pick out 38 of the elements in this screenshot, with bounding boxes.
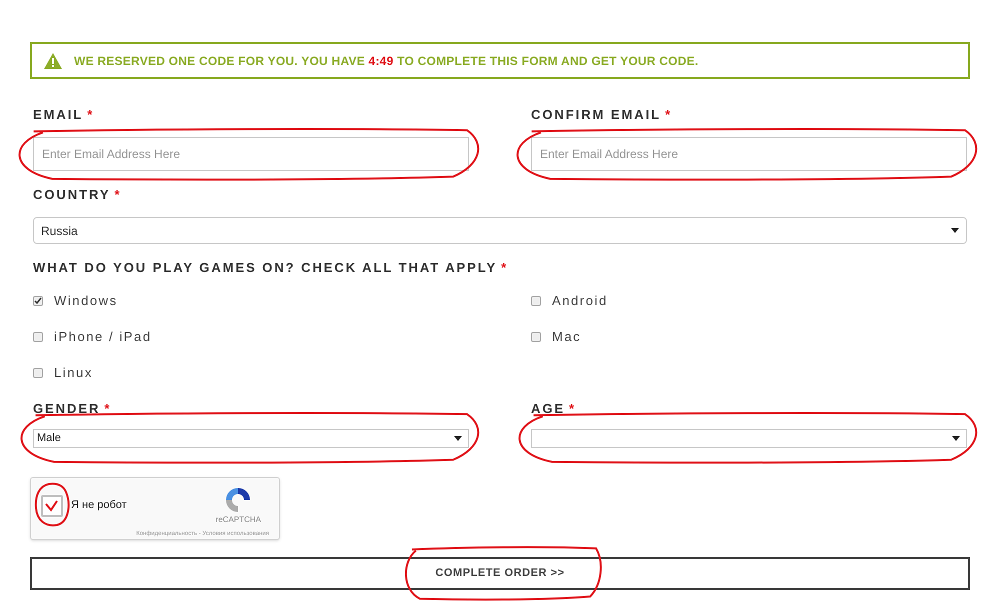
checkbox[interactable] <box>33 296 43 306</box>
required-mark: * <box>501 259 506 277</box>
caret-icon <box>454 436 462 441</box>
email-field[interactable]: Enter Email Address Here <box>33 136 469 170</box>
checkbox[interactable] <box>33 368 43 378</box>
required-mark: * <box>87 106 92 124</box>
captcha-checkbox[interactable] <box>41 494 63 516</box>
gender-select[interactable]: Male <box>33 429 469 448</box>
email-field[interactable]: Enter Email Address Here <box>531 136 967 170</box>
check-icon <box>45 500 59 512</box>
field-label: AGE <box>531 400 566 418</box>
checkbox-label: Android <box>552 292 608 310</box>
recaptcha-logo-icon <box>224 486 252 514</box>
complete-order-button[interactable]: COMPLETE ORDER >> <box>30 557 970 590</box>
checkbox-label: Linux <box>54 364 93 382</box>
checkbox[interactable] <box>33 332 43 342</box>
required-mark: * <box>665 106 670 124</box>
field-label: WHAT DO YOU PLAY GAMES ON? CHECK ALL THAT APPLY <box>33 259 498 277</box>
field-label: COUNTRY <box>33 186 110 204</box>
banner-message: WE RESERVED ONE CODE FOR YOU. YOU HAVE 4:49 TO COMPLETE THIS FORM AND GET YOUR CODE. <box>74 52 698 70</box>
recaptcha-brand: reCAPTCHA <box>216 514 261 526</box>
required-mark: * <box>114 186 120 204</box>
captcha-label: Я не робот <box>71 498 127 514</box>
checkbox[interactable] <box>531 332 541 342</box>
field-label: EMAIL <box>33 106 84 124</box>
checkbox-label: Mac <box>552 328 582 346</box>
checkbox[interactable] <box>531 296 541 306</box>
checkbox-label: iPhone / iPad <box>54 328 152 346</box>
warning-icon <box>44 52 62 68</box>
checkbox-label: Windows <box>54 292 118 310</box>
field-label: GENDER <box>33 400 100 418</box>
required-mark: * <box>569 400 574 418</box>
caret-icon <box>952 436 960 441</box>
age-select[interactable] <box>531 429 967 448</box>
caret-icon <box>951 228 959 233</box>
required-mark: * <box>104 400 110 418</box>
country-select[interactable]: Russia <box>33 217 967 244</box>
field-label: CONFIRM EMAIL <box>531 106 662 124</box>
